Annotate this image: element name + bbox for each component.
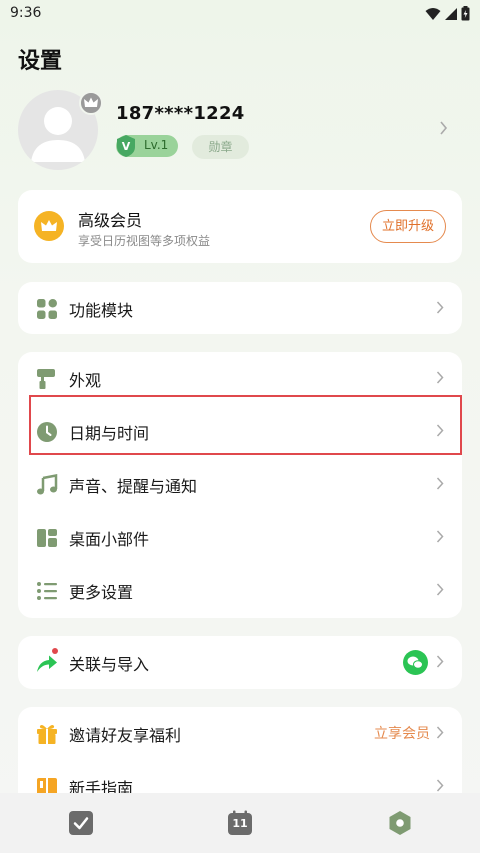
settings-item-label: 功能模块 [69, 301, 134, 320]
settings-item-more[interactable]: 更多设置 [18, 564, 462, 617]
chevron-right-icon [436, 779, 444, 792]
signal-icon [445, 7, 457, 20]
upgrade-button[interactable]: 立即升级 [370, 210, 446, 243]
settings-item-label: 声音、提醒与通知 [69, 477, 198, 496]
phone-number: 187****1224 [116, 103, 245, 124]
battery-icon [461, 6, 470, 21]
profile-section[interactable]: 187****1224 V Lv.1 勋章 [18, 90, 462, 170]
settings-item-label: 邀请好友享福利 [69, 726, 182, 745]
settings-item-sound[interactable]: 声音、提醒与通知 [18, 458, 462, 511]
chevron-right-icon [436, 583, 444, 596]
settings-hexagon-icon[interactable] [387, 810, 413, 836]
gift-icon [37, 725, 57, 744]
settings-item-label: 桌面小部件 [69, 530, 150, 549]
level-badge[interactable]: V Lv.1 [116, 135, 178, 157]
wifi-icon [425, 7, 441, 20]
modules-grid-icon [37, 299, 57, 319]
chevron-right-icon [436, 655, 444, 668]
paint-roller-icon [37, 369, 55, 389]
chevron-right-icon [436, 371, 444, 384]
status-icons [425, 6, 470, 21]
calendar-tab[interactable]: 11 [227, 810, 253, 836]
tasks-checkbox-icon[interactable] [68, 810, 94, 836]
chevron-right-icon [436, 726, 444, 739]
settings-item-link-import[interactable]: 关联与导入 [18, 636, 462, 689]
crown-badge [79, 91, 103, 115]
premium-card[interactable]: 高级会员 享受日历视图等多项权益 立即升级 [18, 190, 462, 263]
settings-card: 外观 日期与时间 声音、提醒与通知 桌面小部件 更多设置 [18, 352, 462, 618]
link-card: 关联与导入 [18, 636, 462, 689]
list-settings-icon [37, 582, 57, 600]
calendar-day-number: 11 [232, 817, 248, 830]
status-bar: 9:36 [0, 0, 480, 28]
settings-item-invite[interactable]: 邀请好友享福利 立享会员 [18, 707, 462, 760]
settings-item-widgets[interactable]: 桌面小部件 [18, 511, 462, 564]
svg-text:V: V [122, 140, 131, 153]
level-label: Lv.1 [144, 138, 169, 152]
v-shield-icon: V [117, 135, 135, 157]
settings-item-label: 更多设置 [69, 583, 134, 602]
premium-title: 高级会员 [78, 211, 143, 230]
premium-subtitle: 享受日历视图等多项权益 [78, 234, 211, 248]
status-time: 9:36 [10, 5, 42, 21]
bottom-nav: 11 [0, 793, 480, 853]
medal-badge[interactable]: 勋章 [192, 135, 249, 159]
music-note-icon [37, 474, 58, 495]
chevron-right-icon [436, 301, 444, 314]
wechat-icon [403, 650, 428, 675]
settings-item-label: 关联与导入 [69, 655, 150, 674]
premium-crown-icon [34, 211, 64, 241]
chevron-right-icon [440, 121, 448, 135]
share-arrow-icon [37, 648, 58, 672]
chevron-right-icon [436, 477, 444, 490]
chevron-right-icon [436, 530, 444, 543]
page-title: 设置 [18, 49, 63, 74]
widgets-icon [37, 529, 57, 547]
settings-item-label: 外观 [69, 371, 102, 390]
settings-item-modules[interactable]: 功能模块 [18, 282, 462, 335]
modules-card: 功能模块 [18, 282, 462, 334]
invite-reward-text: 立享会员 [374, 726, 430, 742]
highlight-box [29, 395, 462, 455]
crown-icon [84, 97, 98, 107]
